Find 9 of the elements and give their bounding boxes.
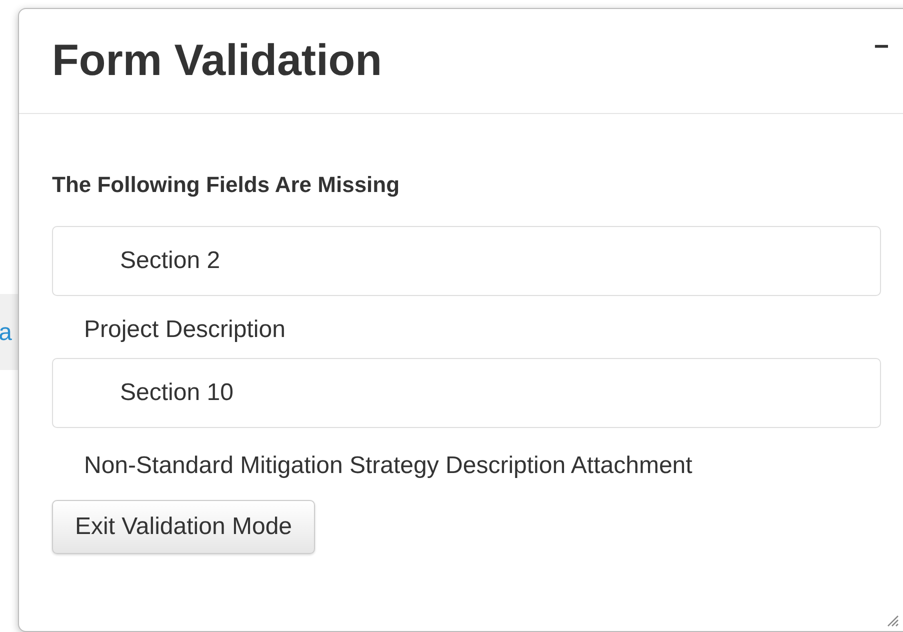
- missing-field-label: Project Description: [83, 315, 286, 345]
- dialog-title: Form Validation: [52, 36, 382, 86]
- section-heading: The Following Fields Are Missing: [52, 172, 401, 198]
- section-label: Section 10: [120, 379, 234, 407]
- resize-handle-icon[interactable]: [885, 613, 899, 627]
- exit-validation-button[interactable]: Exit Validation Mode: [52, 500, 316, 554]
- minimize-button[interactable]: −: [874, 33, 889, 59]
- section-label: Section 2: [120, 247, 220, 275]
- missing-field-label: Non-Standard Mitigation Strategy Description Attachment: [83, 451, 694, 481]
